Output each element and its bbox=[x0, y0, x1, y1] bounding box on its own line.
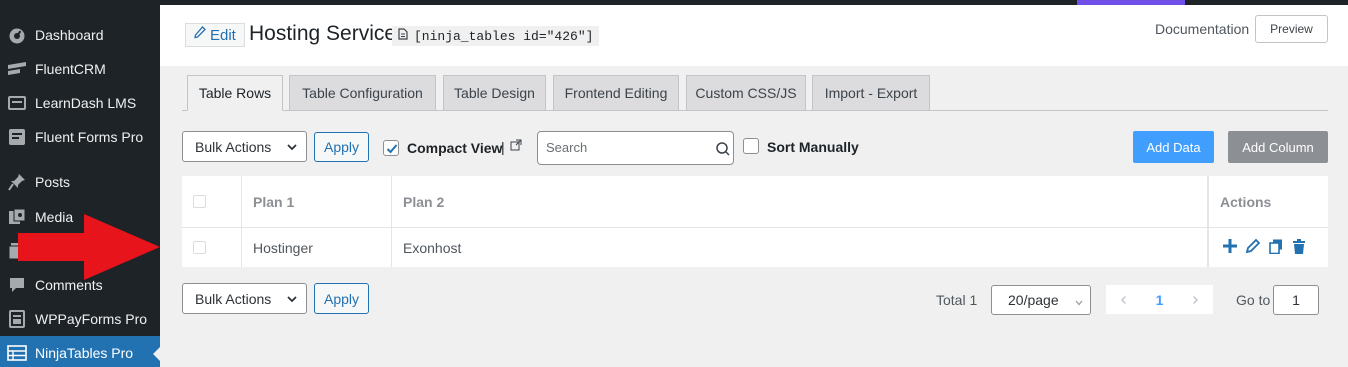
sidebar-item-learndash[interactable]: LearnDash LMS bbox=[0, 86, 160, 120]
column-header[interactable]: Plan 2 bbox=[392, 176, 1208, 227]
red-arrow-annotation bbox=[18, 214, 160, 283]
dashboard-icon bbox=[7, 25, 27, 45]
bulk-actions-value: Bulk Actions bbox=[195, 138, 272, 155]
bulk-actions-value: Bulk Actions bbox=[195, 290, 272, 307]
sidebar-item-dashboard[interactable]: Dashboard bbox=[0, 18, 160, 52]
sidebar-item-posts[interactable]: Posts bbox=[0, 165, 160, 199]
goto-page-input[interactable]: 1 bbox=[1273, 285, 1319, 315]
goto-label: Go to bbox=[1236, 292, 1271, 308]
delete-row-icon[interactable] bbox=[1292, 238, 1306, 257]
tab-table-rows[interactable]: Table Rows bbox=[187, 75, 283, 111]
table-header: Edit Hosting Service [ninja_tables id="4… bbox=[160, 5, 1348, 66]
row-select-cell bbox=[182, 228, 242, 267]
document-icon bbox=[398, 28, 408, 44]
data-table: Plan 1 Plan 2 Actions Hostinger Exonhost bbox=[182, 176, 1328, 267]
sidebar-item-fluentcrm[interactable]: FluentCRM bbox=[0, 52, 160, 86]
apply-button[interactable]: Apply bbox=[314, 132, 369, 162]
sort-manually-checkbox[interactable] bbox=[743, 138, 759, 154]
sort-manually-label: Sort Manually bbox=[767, 139, 859, 155]
table-cell: Hostinger bbox=[242, 228, 392, 267]
learndash-icon bbox=[7, 93, 27, 113]
fluentforms-icon bbox=[7, 127, 27, 147]
pencil-icon bbox=[194, 26, 206, 44]
prev-page-icon[interactable] bbox=[1106, 292, 1142, 308]
edit-title-button[interactable]: Edit bbox=[185, 23, 245, 47]
sidebar-item-label: Fluent Forms Pro bbox=[35, 129, 144, 145]
external-link-icon[interactable] bbox=[510, 139, 522, 154]
chevron-down-icon bbox=[286, 140, 298, 156]
column-header: Actions bbox=[1208, 176, 1328, 227]
apply-button-bottom[interactable]: Apply bbox=[314, 283, 369, 314]
table-header-row: Plan 1 Plan 2 Actions bbox=[182, 176, 1328, 228]
search-icon[interactable] bbox=[715, 141, 731, 160]
row-actions bbox=[1208, 228, 1328, 267]
sidebar-item-label: Dashboard bbox=[35, 27, 104, 43]
sidebar-item-label: FluentCRM bbox=[35, 61, 106, 77]
pin-icon bbox=[7, 172, 27, 192]
table-cell: Exonhost bbox=[392, 228, 1208, 267]
per-page-select[interactable]: 20/page bbox=[991, 285, 1091, 315]
per-page-value: 20/page bbox=[1008, 292, 1059, 308]
bulk-actions-select-bottom[interactable]: Bulk Actions bbox=[182, 283, 307, 314]
table-icon bbox=[7, 343, 27, 363]
search-input[interactable] bbox=[546, 140, 706, 155]
next-page-icon[interactable] bbox=[1177, 292, 1213, 308]
sidebar-item-label: NinjaTables Pro bbox=[35, 345, 134, 361]
page-title: Hosting Service bbox=[249, 22, 397, 45]
select-all-checkbox[interactable] bbox=[193, 195, 206, 208]
edit-row-icon[interactable] bbox=[1245, 238, 1261, 256]
separator: | bbox=[501, 139, 505, 155]
sidebar-item-ninjatables[interactable]: NinjaTables Pro bbox=[0, 336, 161, 367]
add-column-button[interactable]: Add Column bbox=[1228, 131, 1328, 163]
chevron-down-icon bbox=[1074, 295, 1084, 311]
sidebar-item-wppayforms[interactable]: WPPayForms Pro bbox=[0, 302, 160, 336]
add-row-icon[interactable] bbox=[1223, 239, 1237, 256]
total-count: Total 1 bbox=[936, 292, 978, 308]
tab-frontend-editing[interactable]: Frontend Editing bbox=[553, 75, 679, 111]
compact-view-label: Compact View bbox=[407, 140, 503, 156]
tab-bar: Table Rows Table Configuration Table Des… bbox=[182, 75, 1328, 111]
admin-sidebar: Dashboard FluentCRM LearnDash LMS Fluent… bbox=[0, 0, 161, 367]
edit-label: Edit bbox=[210, 26, 236, 44]
shortcode-text: [ninja_tables id="426"] bbox=[414, 28, 594, 44]
documentation-link[interactable]: Documentation bbox=[1155, 21, 1249, 37]
tab-import-export[interactable]: Import - Export bbox=[812, 75, 930, 111]
chevron-down-icon bbox=[286, 292, 298, 308]
sidebar-item-label: Posts bbox=[35, 174, 71, 190]
select-all-cell bbox=[182, 176, 242, 227]
sidebar-item-label: LearnDash LMS bbox=[35, 95, 137, 111]
sidebar-item-label: WPPayForms Pro bbox=[35, 311, 148, 327]
search-field[interactable] bbox=[537, 131, 734, 165]
compact-view-checkbox[interactable] bbox=[383, 140, 399, 156]
tab-table-design[interactable]: Table Design bbox=[443, 75, 546, 111]
pagination: 1 bbox=[1106, 285, 1213, 314]
shortcode-badge[interactable]: [ninja_tables id="426"] bbox=[392, 26, 600, 46]
fluentcrm-icon bbox=[7, 59, 27, 79]
column-header[interactable]: Plan 1 bbox=[242, 176, 392, 227]
row-checkbox[interactable] bbox=[193, 241, 206, 254]
tab-custom-css-js[interactable]: Custom CSS/JS bbox=[686, 75, 806, 111]
add-data-button[interactable]: Add Data bbox=[1133, 131, 1214, 163]
duplicate-row-icon[interactable] bbox=[1269, 239, 1283, 257]
page-number-current[interactable]: 1 bbox=[1142, 292, 1178, 308]
sidebar-item-fluentforms[interactable]: Fluent Forms Pro bbox=[0, 120, 160, 154]
bulk-actions-select[interactable]: Bulk Actions bbox=[182, 131, 307, 162]
payforms-icon bbox=[7, 309, 27, 329]
preview-button[interactable]: Preview bbox=[1255, 15, 1328, 43]
tab-table-configuration[interactable]: Table Configuration bbox=[289, 75, 436, 111]
table-row: Hostinger Exonhost bbox=[182, 228, 1328, 267]
